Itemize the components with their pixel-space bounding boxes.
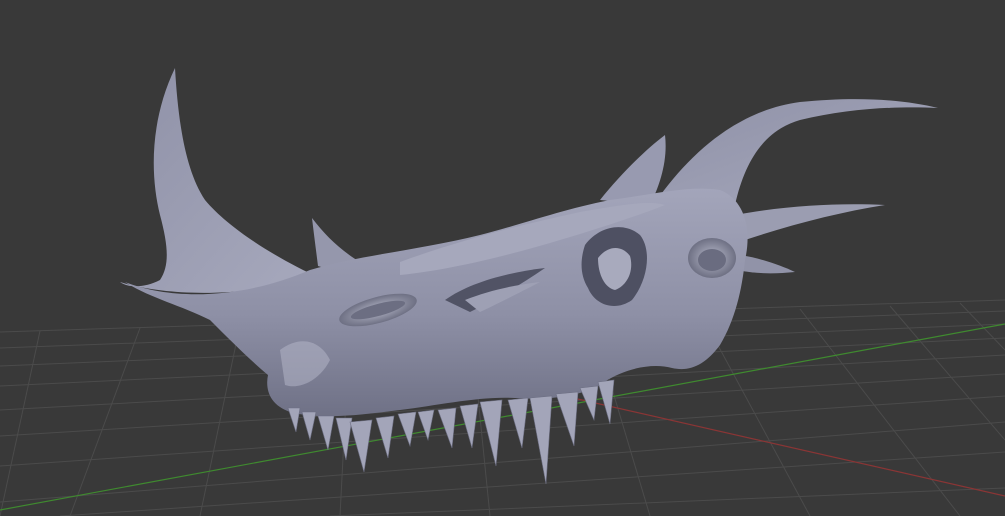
- tooth: [287, 407, 301, 433]
- temporal-opening-shadow: [698, 249, 726, 271]
- tooth: [397, 411, 417, 448]
- tooth: [375, 415, 395, 459]
- tooth: [317, 415, 335, 451]
- tooth: [555, 391, 579, 447]
- tooth: [459, 403, 479, 449]
- tooth: [479, 399, 503, 467]
- x-axis-line: [559, 394, 1005, 497]
- tooth: [529, 395, 553, 485]
- tooth: [579, 385, 599, 422]
- viewport-canvas[interactable]: [0, 0, 1005, 516]
- rear-spike-middle: [735, 204, 885, 240]
- front-horn: [120, 68, 320, 293]
- tooth: [335, 417, 353, 461]
- tooth: [301, 411, 317, 441]
- tooth: [507, 397, 529, 449]
- rear-spike-lower: [738, 255, 795, 274]
- dragon-skull-mesh[interactable]: [120, 68, 938, 485]
- tooth: [349, 419, 373, 473]
- tooth: [597, 379, 615, 425]
- 3d-viewport[interactable]: [0, 0, 1005, 516]
